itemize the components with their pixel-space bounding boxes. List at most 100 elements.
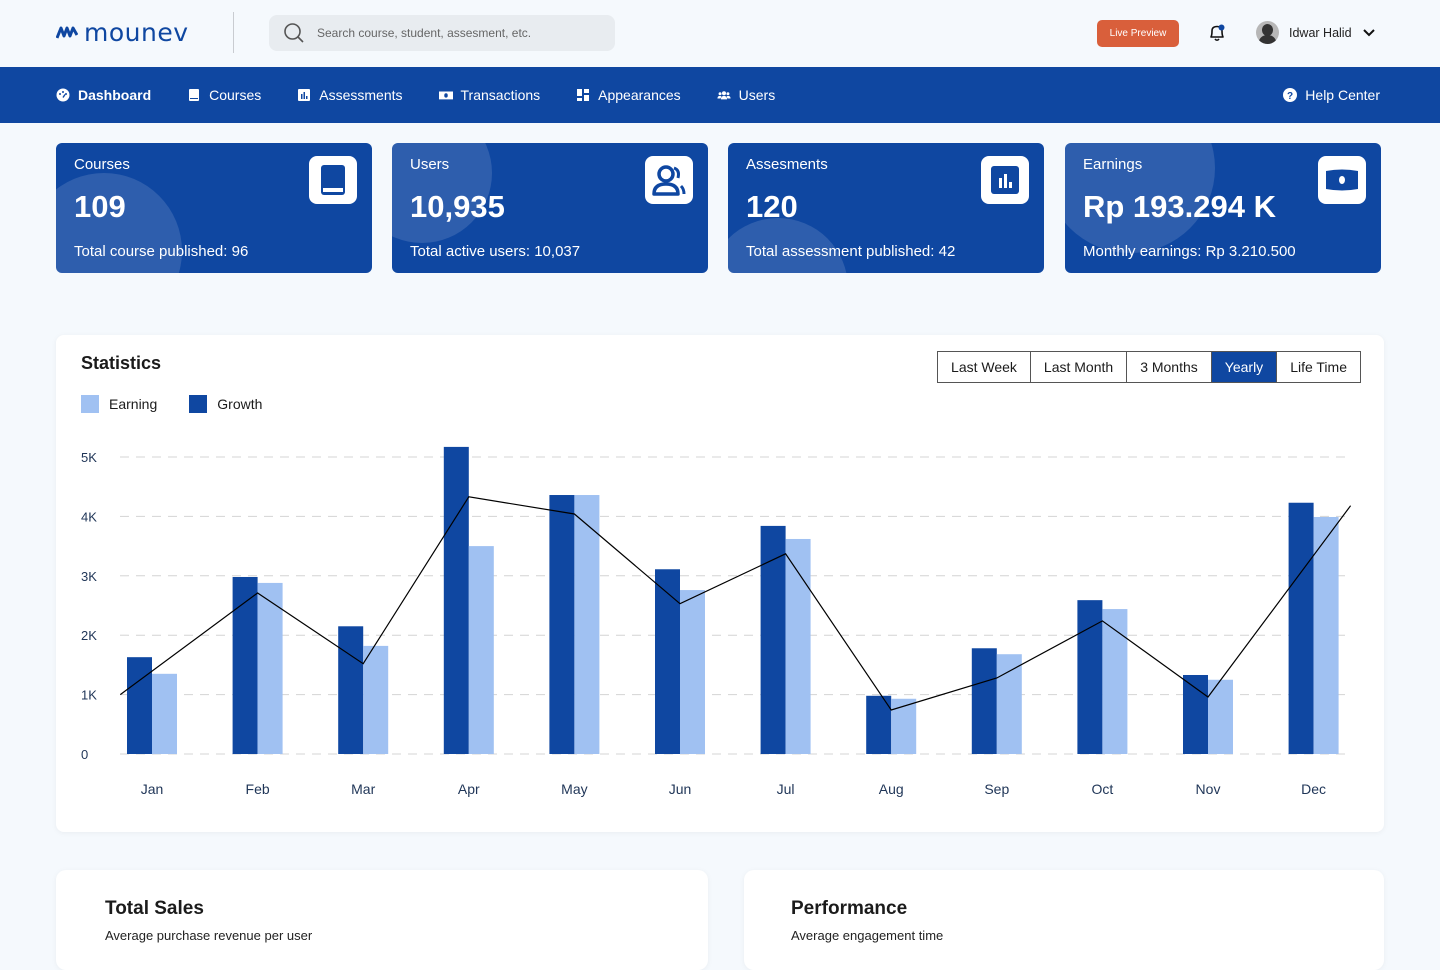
brand-logo[interactable]: mounev <box>56 18 189 47</box>
nav-label: Transactions <box>460 87 541 103</box>
card-title: Total Sales <box>105 898 204 919</box>
stat-title: Earnings <box>1083 156 1143 173</box>
main-nav: Dashboard Courses Assessments Transactio… <box>0 67 1440 123</box>
bar-growth-jun <box>655 569 680 754</box>
bar-growth-feb <box>232 576 258 754</box>
x-tick-label: May <box>561 781 587 797</box>
range-tab-3-months[interactable]: 3 Months <box>1127 352 1212 382</box>
legend-item-growth: Growth <box>189 395 262 413</box>
nav-label: Users <box>738 87 776 103</box>
bar-earning-jan <box>152 673 177 754</box>
chart-legend: Earning Growth <box>81 395 262 413</box>
stat-title: Users <box>410 156 450 173</box>
top-bar: mounev Live Preview Idwar Halid <box>0 0 1440 66</box>
range-tab-last-month[interactable]: Last Month <box>1030 352 1128 382</box>
y-tick-label: 1K <box>81 688 97 703</box>
nav-label: Assessments <box>319 87 403 103</box>
y-tick-label: 3K <box>81 569 97 584</box>
bar-growth-jan <box>127 657 152 754</box>
bar-growth-nov <box>1183 674 1208 754</box>
stat-card-assessments[interactable]: Assesments 120 Total assessment publishe… <box>728 143 1044 273</box>
statistics-panel: 0 1K 2K 3K 4K 5K Jan Feb Mar Apr May Jun Jul Aug Sep Oc… <box>56 335 1384 832</box>
range-tab-yearly[interactable]: Yearly <box>1211 352 1278 382</box>
users-icon <box>645 156 693 204</box>
x-tick-label: Feb <box>246 781 270 797</box>
x-tick-label: Oct <box>1092 781 1114 797</box>
notification-button[interactable] <box>1206 22 1228 44</box>
book-icon <box>189 89 200 101</box>
stat-title: Courses <box>74 156 130 173</box>
nav-item-transactions[interactable]: Transactions <box>438 87 541 103</box>
card-subtitle: Average purchase revenue per user <box>105 928 313 943</box>
live-preview-button[interactable]: Live Preview <box>1097 20 1179 47</box>
legend-label: Growth <box>217 396 263 412</box>
performance-card: Performance Average engagement time <box>744 870 1384 970</box>
book-icon <box>309 156 357 204</box>
card-subtitle: Average engagement time <box>791 928 944 943</box>
legend-swatch <box>81 395 99 413</box>
stat-value: 10,935 <box>410 189 505 224</box>
chart-bar-icon <box>981 156 1029 204</box>
bell-icon <box>1210 24 1225 42</box>
avatar <box>1256 21 1279 44</box>
bar-earning-dec <box>1313 516 1339 754</box>
bar-earning-aug <box>891 698 917 754</box>
money-bill-icon <box>438 91 453 100</box>
bar-earning-jun <box>680 590 705 754</box>
stat-card-users[interactable]: Users 10,935 Total active users: 10,037 <box>392 143 708 273</box>
nav-item-assessments[interactable]: Assessments <box>297 87 403 103</box>
bar-growth-apr <box>443 446 469 754</box>
card-title: Performance <box>791 898 908 919</box>
y-tick-label: 2K <box>81 628 97 643</box>
svg-text:?: ? <box>1287 91 1293 102</box>
bar-earning-oct <box>1102 609 1128 754</box>
search-icon <box>284 23 304 43</box>
stat-subtitle: Total active users: 10,037 <box>410 243 581 260</box>
y-tick-label: 4K <box>81 509 97 524</box>
legend-swatch <box>189 395 208 413</box>
y-tick-label: 5K <box>81 450 97 465</box>
nav-item-dashboard[interactable]: Dashboard <box>56 87 151 103</box>
stat-card-courses[interactable]: Courses 109 Total course published: 96 <box>56 143 372 273</box>
x-tick-label: Dec <box>1301 781 1326 797</box>
user-name: Idwar Halid <box>1289 25 1352 40</box>
x-tick-label: Sep <box>984 781 1009 797</box>
x-tick-label: Nov <box>1196 781 1221 797</box>
bar-earning-mar <box>363 645 389 754</box>
stat-subtitle: Total assessment published: 42 <box>746 243 956 260</box>
search-input[interactable] <box>317 26 597 40</box>
layout-icon <box>577 89 590 101</box>
range-selector: Last Week Last Month 3 Months Yearly Lif… <box>937 351 1361 383</box>
nav-item-users[interactable]: Users <box>717 87 776 103</box>
trend-line <box>119 496 1352 711</box>
range-tab-last-week[interactable]: Last Week <box>938 352 1031 382</box>
nav-label: Dashboard <box>78 87 152 103</box>
stat-card-earnings[interactable]: Earnings Rp 193.294 K Monthly earnings: … <box>1065 143 1381 273</box>
total-sales-card: Total Sales Average purchase revenue per… <box>56 870 708 970</box>
bar-earning-nov <box>1208 679 1233 754</box>
brand-name: mounev <box>84 18 189 47</box>
x-tick-label: Jan <box>141 781 164 797</box>
x-tick-label: Apr <box>458 781 480 797</box>
legend-item-earning: Earning <box>81 395 157 413</box>
nav-label: Courses <box>209 87 262 103</box>
nav-item-appearances[interactable]: Appearances <box>576 87 681 103</box>
help-label: Help Center <box>1305 87 1380 103</box>
range-tab-life-time[interactable]: Life Time <box>1277 352 1360 382</box>
bar-growth-mar <box>338 626 364 754</box>
bar-earning-may <box>574 495 600 754</box>
stat-subtitle: Total course published: 96 <box>74 243 249 260</box>
users-icon <box>717 91 731 100</box>
nav-item-courses[interactable]: Courses <box>187 87 261 103</box>
search-bar[interactable] <box>269 15 615 51</box>
bar-growth-may <box>549 495 575 754</box>
help-icon: ? <box>1283 88 1298 102</box>
nav-label: Appearances <box>598 87 681 103</box>
help-center-link[interactable]: ? Help Center <box>1283 87 1380 103</box>
x-tick-label: Jul <box>777 781 795 797</box>
user-menu[interactable]: Idwar Halid <box>1256 21 1376 44</box>
chart-bar-icon <box>298 89 311 101</box>
stat-title: Assesments <box>746 156 828 173</box>
stat-subtitle: Monthly earnings: Rp 3.210.500 <box>1083 243 1296 260</box>
gauge-icon <box>56 88 70 102</box>
